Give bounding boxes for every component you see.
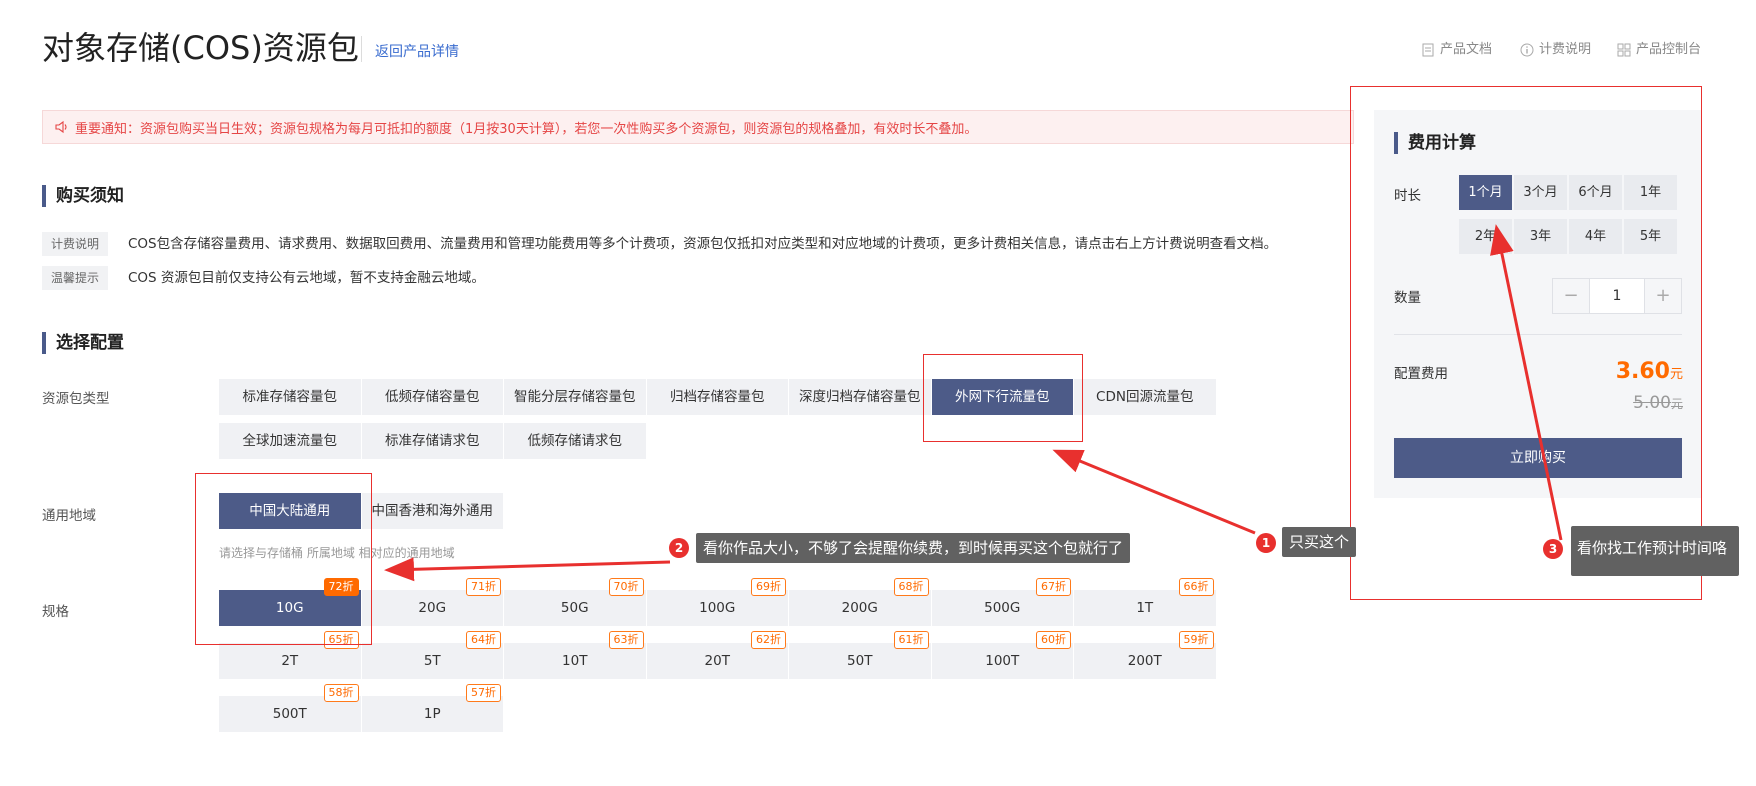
package-type-option[interactable]: 标准存储请求包 (361, 423, 504, 459)
product-docs-link[interactable]: 产品文档 (1421, 40, 1492, 60)
region-label: 通用地域 (42, 508, 96, 524)
discount-badge: 64折 (466, 631, 501, 649)
discount-badge: 60折 (1036, 631, 1071, 649)
package-type-option[interactable]: 全球加速流量包 (219, 423, 362, 459)
tip-note-text: COS 资源包目前仅支持公有云地域，暂不支持金融云地域。 (128, 270, 485, 286)
page-title: 对象存储(COS)资源包 (42, 29, 359, 67)
product-console-link[interactable]: 产品控制台 (1617, 40, 1701, 60)
discount-badge: 57折 (466, 684, 501, 702)
product-console-label: 产品控制台 (1636, 42, 1702, 57)
tip-note-tag: 温馨提示 (42, 266, 108, 290)
annotation-bubble-1: 只买这个 (1282, 527, 1357, 557)
annotation-box-region-spec (195, 473, 372, 645)
billing-info-label: 计费说明 (1539, 42, 1592, 57)
product-docs-label: 产品文档 (1440, 42, 1493, 57)
notice-banner: 重要通知：资源包购买当日生效；资源包规格为每月可抵扣的额度（1月按30天计算），… (42, 110, 1354, 144)
discount-badge: 66折 (1178, 578, 1214, 596)
package-type-option[interactable]: CDN回源流量包 (1074, 379, 1217, 415)
grid-icon (1617, 43, 1631, 57)
annotation-bubble-2: 看你作品大小，不够了会提醒你续费，到时候再买这个包就行了 (696, 533, 1131, 563)
region-option[interactable]: 中国香港和海外通用 (361, 493, 504, 529)
annotation-bubble-3: 看你找工作预计时间咯 (1571, 526, 1739, 576)
arrow-1 (1052, 449, 1256, 535)
arrow-2 (384, 557, 671, 582)
package-type-option[interactable]: 低频存储请求包 (504, 423, 647, 459)
billing-note-tag: 计费说明 (42, 232, 108, 256)
discount-badge: 67折 (1036, 578, 1071, 596)
spec-label: 规格 (42, 604, 69, 620)
annotation-number-3: 3 (1543, 539, 1563, 559)
annotation-number-1: 1 (1256, 533, 1276, 553)
discount-badge: 68折 (893, 578, 929, 596)
package-type-option[interactable]: 深度归档存储容量包 (789, 379, 932, 415)
discount-badge: 63折 (608, 631, 644, 649)
discount-badge: 62折 (751, 631, 786, 649)
discount-badge: 61折 (893, 631, 929, 649)
discount-badge: 59折 (1178, 631, 1214, 649)
annotation-number-2: 2 (669, 538, 689, 558)
back-to-product-link[interactable]: 返回产品详情 (375, 42, 459, 62)
package-type-option[interactable]: 归档存储容量包 (646, 379, 789, 415)
document-icon (1422, 43, 1434, 57)
annotation-box-cost-panel (1350, 86, 1702, 600)
package-type-option[interactable]: 低频存储容量包 (361, 379, 504, 415)
annotation-box-package (923, 354, 1083, 442)
info-circle-icon (1520, 43, 1534, 57)
title-divider (361, 36, 362, 62)
package-type-option[interactable]: 标准存储容量包 (219, 379, 362, 415)
package-type-option[interactable]: 智能分层存储容量包 (504, 379, 647, 415)
discount-badge: 71折 (466, 578, 501, 596)
notice-text: 重要通知：资源包购买当日生效；资源包规格为每月可抵扣的额度（1月按30天计算），… (75, 121, 978, 137)
discount-badge: 70折 (608, 578, 644, 596)
billing-note-text: COS包含存储容量费用、请求费用、数据取回费用、流量费用和管理功能费用等多个计费… (128, 236, 1278, 252)
config-title: 选择配置 (42, 332, 124, 354)
package-type-label: 资源包类型 (42, 391, 110, 407)
billing-info-link[interactable]: 计费说明 (1520, 40, 1591, 60)
purchase-notes-title: 购买须知 (42, 185, 124, 207)
discount-badge: 69折 (751, 578, 786, 596)
discount-badge: 58折 (323, 684, 359, 702)
speaker-icon (55, 120, 67, 134)
